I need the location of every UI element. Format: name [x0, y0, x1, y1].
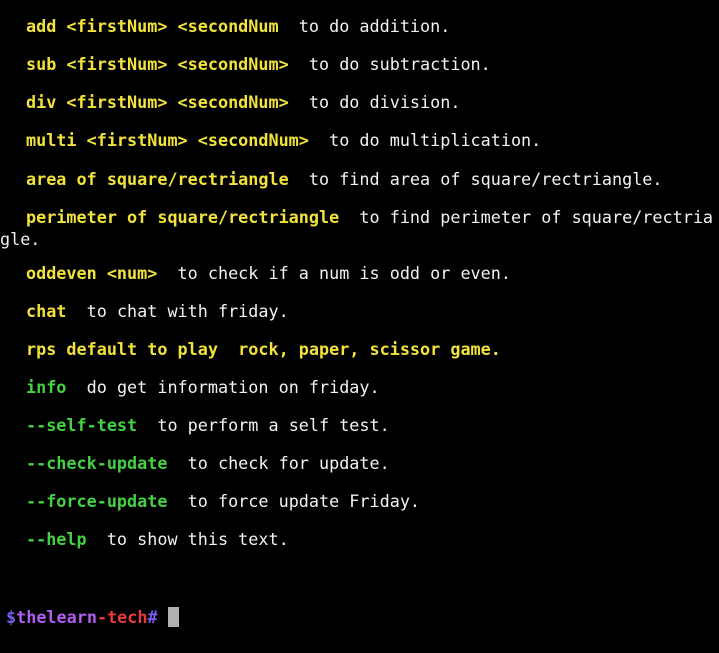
command-check-update: --check-update — [26, 453, 168, 473]
help-line-sub: sub <firstNum> <secondNum> to do subtrac… — [26, 53, 719, 75]
command-info: info — [26, 377, 67, 397]
help-line-force-update: --force-update to force update Friday. — [26, 490, 719, 512]
description-self-test: to perform a self test. — [137, 415, 390, 435]
description-info: do get information on friday. — [66, 377, 380, 397]
description-add: to do addition. — [278, 16, 451, 36]
description-div: to do division. — [288, 92, 461, 112]
command-multi: multi <firstNum> <secondNum> — [26, 130, 309, 150]
description-chat: to chat with friday. — [66, 301, 289, 321]
command-div: div <firstNum> <secondNum> — [26, 92, 289, 112]
description-oddeven: to check if a num is odd or even. — [157, 263, 511, 283]
prompt-user-the: the — [16, 607, 47, 627]
command-area: area of square/rectriangle — [26, 169, 289, 189]
prompt-dollar: $ — [6, 607, 17, 627]
description-area: to find area of square/rectriangle. — [288, 169, 663, 189]
command-perimeter: perimeter of square/rectriangle — [26, 207, 340, 227]
description-multi: to do multiplication. — [308, 130, 542, 150]
help-line-area: area of square/rectriangle to find area … — [26, 168, 719, 190]
shell-prompt[interactable]: $thelearn-tech# — [6, 605, 179, 629]
description-rps: rock, paper, scissor game. — [217, 339, 501, 359]
text-cursor[interactable] — [167, 607, 179, 627]
help-line-check-update: --check-update to check for update. — [26, 452, 719, 474]
help-line-chat: chat to chat with friday. — [26, 300, 719, 322]
help-line-rps: rps default to play rock, paper, scissor… — [26, 338, 719, 360]
prompt-hash: # — [147, 607, 158, 627]
command-sub: sub <firstNum> <secondNum> — [26, 54, 289, 74]
help-line-self-test: --self-test to perform a self test. — [26, 414, 719, 436]
command-help: --help — [26, 529, 87, 549]
command-add: add <firstNum> <secondNum — [26, 16, 279, 36]
command-self-test: --self-test — [26, 415, 138, 435]
description-help: to show this text. — [86, 529, 289, 549]
help-line-help: --help to show this text. — [26, 528, 719, 550]
prompt-host-tech: tech — [107, 607, 148, 627]
help-line-add: add <firstNum> <secondNum to do addition… — [26, 15, 719, 37]
command-rps: rps default to play — [26, 339, 218, 359]
help-line-oddeven: oddeven <num> to check if a num is odd o… — [26, 262, 719, 284]
help-line-info: info do get information on friday. — [26, 376, 719, 398]
command-force-update: --force-update — [26, 491, 168, 511]
prompt-user-learn: learn — [46, 607, 97, 627]
command-chat: chat — [26, 301, 67, 321]
help-line-multi: multi <firstNum> <secondNum> to do multi… — [26, 129, 719, 151]
help-line-perimeter: perimeter of square/rectriangle to find … — [0, 206, 719, 250]
description-sub: to do subtraction. — [288, 54, 491, 74]
description-force-update: to force update Friday. — [167, 491, 421, 511]
help-line-div: div <firstNum> <secondNum> to do divisio… — [26, 91, 719, 113]
terminal-window[interactable]: add <firstNum> <secondNum to do addition… — [0, 0, 719, 653]
description-check-update: to check for update. — [167, 453, 390, 473]
prompt-dash: - — [96, 607, 108, 627]
command-oddeven: oddeven <num> — [26, 263, 158, 283]
